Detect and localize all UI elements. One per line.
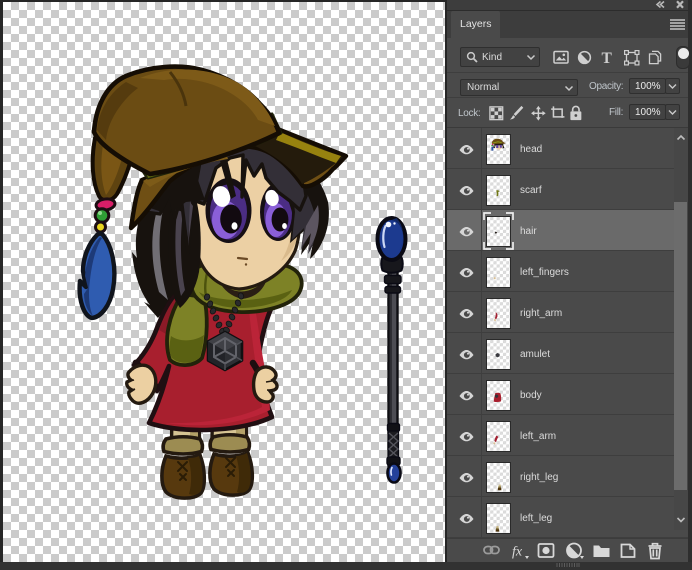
svg-text:T: T <box>602 50 613 67</box>
svg-text:fx: fx <box>512 545 523 560</box>
